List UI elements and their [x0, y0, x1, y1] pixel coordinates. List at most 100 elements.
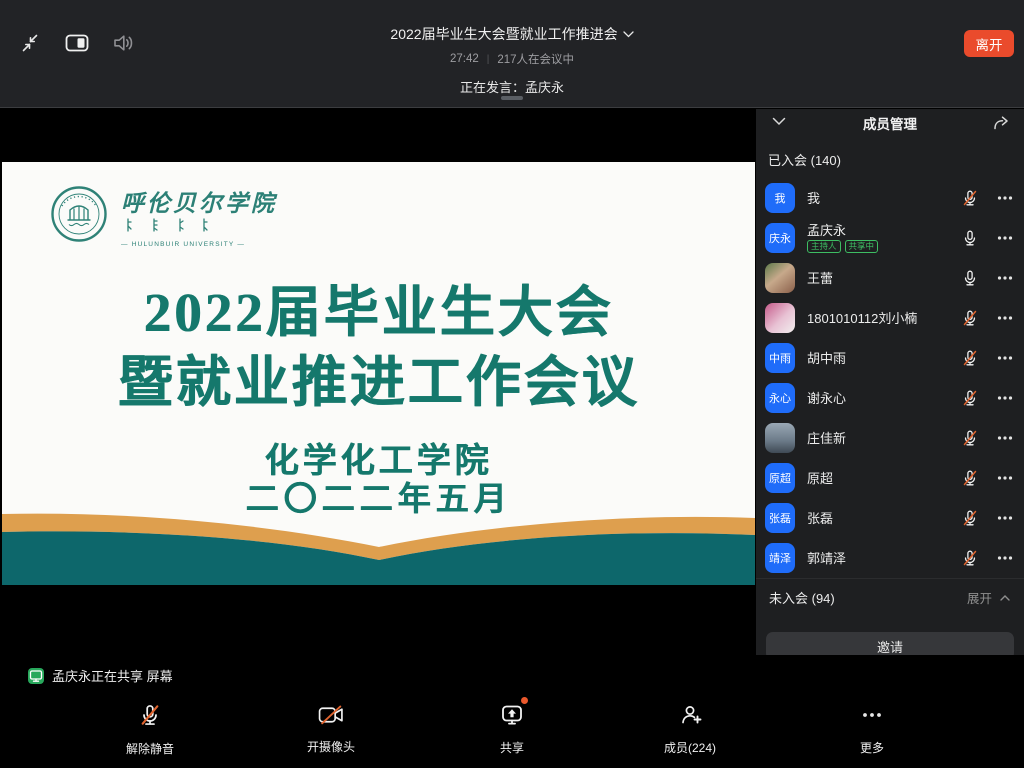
members-button[interactable]: 成员(224) [615, 701, 765, 756]
expand-label: 展开 [967, 588, 992, 607]
member-avatar: 永心 [765, 383, 795, 413]
panel-title: 成员管理 [863, 113, 917, 133]
more-options-button[interactable] [996, 389, 1014, 407]
university-logo-text: 呼伦贝尔学院 — HULUNBUIR UNIVERSITY — [121, 184, 277, 248]
expand-toggle[interactable]: 展开 [967, 588, 1011, 607]
member-name: 原超 [807, 471, 961, 486]
meeting-app: 2022届毕业生大会暨就业工作推进会 27:42 | 217人在会议中 离开 正… [0, 0, 1024, 768]
leave-button[interactable]: 离开 [964, 30, 1014, 57]
member-avatar: 原超 [765, 463, 795, 493]
more-options-button[interactable] [996, 469, 1014, 487]
caret-up-icon [999, 593, 1011, 602]
more-options-button[interactable] [996, 189, 1014, 207]
meeting-meta: 27:42 | 217人在会议中 [0, 51, 1024, 67]
slide-title-line1: 2022届毕业生大会 [2, 278, 755, 348]
mic-status-icon[interactable] [961, 469, 979, 487]
share-screen-button[interactable]: 共享 [437, 701, 587, 756]
member-name: 我 [807, 191, 961, 206]
member-name: 郭靖泽 [807, 551, 961, 566]
mic-status-icon[interactable] [961, 269, 979, 287]
mic-status-icon[interactable] [961, 549, 979, 567]
screen-share-area: 呼伦贝尔学院 — HULUNBUIR UNIVERSITY — 2022届毕业生… [0, 109, 755, 655]
member-name: 孟庆永 [807, 223, 961, 238]
mic-status-icon[interactable] [961, 389, 979, 407]
mongolian-script-icon [121, 218, 213, 233]
member-name: 胡中雨 [807, 351, 961, 366]
member-management-panel: 成员管理 已入会 (140) 我 我 [755, 109, 1024, 655]
drag-handle[interactable] [501, 96, 523, 100]
member-row[interactable]: 原超 原超 [756, 458, 1024, 498]
member-row[interactable]: 我 我 [756, 178, 1024, 218]
tool-label: 成员(224) [615, 739, 765, 756]
more-options-button[interactable] [996, 229, 1014, 247]
meta-separator: | [487, 54, 490, 65]
member-avatar: 庆永 [765, 223, 795, 253]
tool-label: 开摄像头 [256, 738, 406, 755]
mic-status-icon[interactable] [961, 349, 979, 367]
bottom-toolbar: 解除静音 开摄像头 [0, 701, 1024, 761]
bottom-bar: 孟庆永正在共享 屏幕 解除静音 [0, 655, 1024, 768]
shared-slide: 呼伦贝尔学院 — HULUNBUIR UNIVERSITY — 2022届毕业生… [2, 162, 755, 585]
mic-status-icon[interactable] [961, 229, 979, 247]
camera-on-button[interactable]: 开摄像头 [256, 701, 406, 755]
more-options-button[interactable] [996, 549, 1014, 567]
member-list: 我 我 庆永 孟庆永 主持人共享中 [756, 178, 1024, 578]
member-name: 庄佳新 [807, 431, 961, 446]
panel-collapse-icon[interactable] [772, 117, 786, 126]
share-screen-icon [500, 701, 524, 729]
mic-status-icon[interactable] [961, 509, 979, 527]
member-name: 张磊 [807, 511, 961, 526]
tool-label: 更多 [797, 739, 947, 756]
share-notification-dot [521, 697, 528, 704]
panel-header: 成员管理 [756, 109, 1024, 137]
more-button[interactable]: 更多 [797, 701, 947, 756]
more-options-button[interactable] [996, 429, 1014, 447]
screen-sharing-icon [28, 668, 44, 684]
member-row[interactable]: 靖泽 郭靖泽 [756, 538, 1024, 578]
member-badges: 主持人共享中 [807, 240, 961, 253]
not-joined-count-label: 未入会 (94) [769, 588, 835, 607]
mic-status-icon[interactable] [961, 309, 979, 327]
member-name: 1801010112刘小楠 [807, 311, 961, 326]
more-options-button[interactable] [996, 309, 1014, 327]
member-row[interactable]: 中雨 胡中雨 [756, 338, 1024, 378]
meeting-header: 2022届毕业生大会暨就业工作推进会 27:42 | 217人在会议中 [0, 24, 1024, 67]
not-joined-section: 未入会 (94) 展开 [756, 578, 1024, 616]
meeting-timer: 27:42 [450, 53, 479, 65]
tool-label: 共享 [437, 739, 587, 756]
more-icon [860, 701, 884, 729]
member-row[interactable]: 庆永 孟庆永 主持人共享中 [756, 218, 1024, 258]
member-badge: 主持人 [807, 240, 841, 253]
top-bar: 2022届毕业生大会暨就业工作推进会 27:42 | 217人在会议中 离开 正… [0, 0, 1024, 108]
member-avatar [765, 263, 795, 293]
tool-label: 解除静音 [75, 740, 225, 757]
member-avatar [765, 303, 795, 333]
member-row[interactable]: 王蕾 [756, 258, 1024, 298]
add-member-icon [677, 701, 703, 729]
member-row[interactable]: 1801010112刘小楠 [756, 298, 1024, 338]
more-options-button[interactable] [996, 509, 1014, 527]
slide-title: 2022届毕业生大会 暨就业推进工作会议 [2, 278, 755, 418]
member-name: 王蕾 [807, 271, 961, 286]
member-row[interactable]: 庄佳新 [756, 418, 1024, 458]
panel-share-icon[interactable] [992, 114, 1010, 132]
mic-muted-icon [138, 701, 162, 729]
participant-count: 217人在会议中 [497, 51, 574, 67]
more-options-button[interactable] [996, 269, 1014, 287]
member-name: 谢永心 [807, 391, 961, 406]
more-options-button[interactable] [996, 349, 1014, 367]
member-row[interactable]: 张磊 张磊 [756, 498, 1024, 538]
chevron-down-icon [623, 31, 634, 38]
university-seal-icon [50, 184, 108, 244]
member-avatar: 中雨 [765, 343, 795, 373]
active-speaker-label: 正在发言：孟庆永 [0, 77, 1024, 96]
member-avatar: 靖泽 [765, 543, 795, 573]
unmute-button[interactable]: 解除静音 [75, 701, 225, 757]
mic-status-icon[interactable] [961, 189, 979, 207]
member-badge: 共享中 [845, 240, 879, 253]
slide-title-line2: 暨就业推进工作会议 [2, 348, 755, 418]
mic-status-icon[interactable] [961, 429, 979, 447]
camera-off-icon [318, 701, 344, 729]
member-row[interactable]: 永心 谢永心 [756, 378, 1024, 418]
meeting-title-row[interactable]: 2022届毕业生大会暨就业工作推进会 [390, 24, 633, 44]
